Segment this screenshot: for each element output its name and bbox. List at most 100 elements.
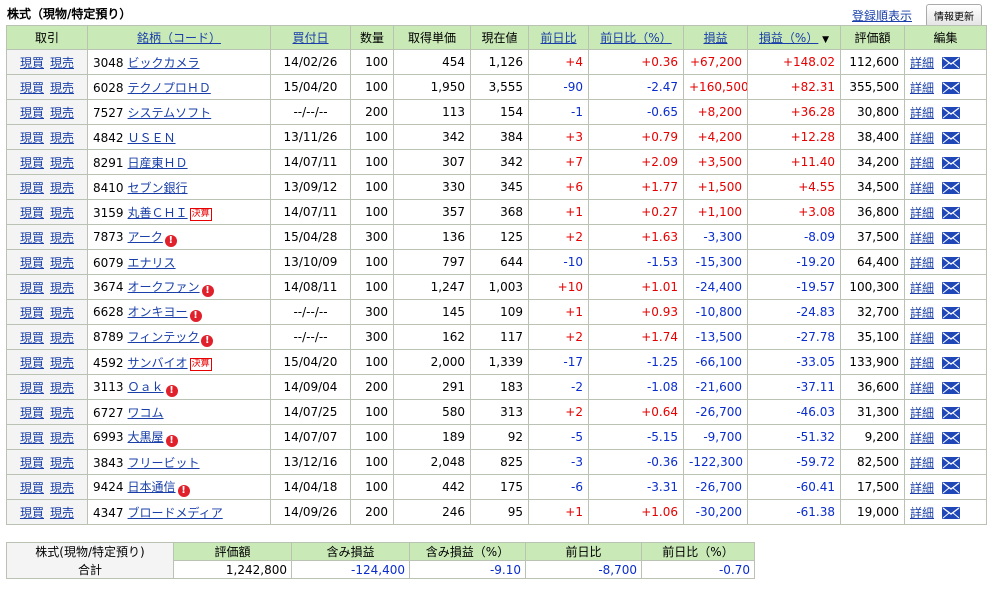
detail-link[interactable]: 詳細 bbox=[910, 131, 934, 145]
detail-link[interactable]: 詳細 bbox=[910, 156, 934, 170]
detail-link[interactable]: 詳細 bbox=[910, 306, 934, 320]
order-display-link[interactable]: 登録順表示 bbox=[852, 7, 912, 24]
header-pl-sort[interactable]: 損益 bbox=[703, 31, 727, 45]
stock-name-link[interactable]: アーク bbox=[128, 230, 163, 244]
detail-link[interactable]: 詳細 bbox=[910, 456, 934, 470]
warning-icon[interactable]: ! bbox=[165, 384, 178, 397]
detail-link[interactable]: 詳細 bbox=[910, 231, 934, 245]
buy-link[interactable]: 現買 bbox=[20, 156, 44, 170]
detail-link[interactable]: 詳細 bbox=[910, 81, 934, 95]
mail-icon[interactable] bbox=[942, 356, 961, 369]
sell-link[interactable]: 現売 bbox=[50, 306, 74, 320]
warning-icon[interactable]: ! bbox=[189, 309, 202, 322]
buy-link[interactable]: 現買 bbox=[20, 81, 44, 95]
detail-link[interactable]: 詳細 bbox=[910, 256, 934, 270]
mail-icon[interactable] bbox=[942, 331, 961, 344]
sell-link[interactable]: 現売 bbox=[50, 181, 74, 195]
header-chg-sort[interactable]: 前日比 bbox=[540, 31, 576, 45]
mail-icon[interactable] bbox=[942, 456, 961, 469]
warning-icon[interactable]: ! bbox=[201, 334, 214, 347]
stock-name-link[interactable]: Ｏａｋ bbox=[128, 380, 164, 394]
buy-link[interactable]: 現買 bbox=[20, 206, 44, 220]
sell-link[interactable]: 現売 bbox=[50, 331, 74, 345]
header-date-sort[interactable]: 買付日 bbox=[292, 31, 328, 45]
sell-link[interactable]: 現売 bbox=[50, 231, 74, 245]
stock-name-link[interactable]: フリービット bbox=[128, 456, 200, 470]
buy-link[interactable]: 現買 bbox=[20, 456, 44, 470]
sell-link[interactable]: 現売 bbox=[50, 281, 74, 295]
warning-icon[interactable]: ! bbox=[201, 284, 214, 297]
stock-name-link[interactable]: 丸善ＣＨＩ bbox=[128, 206, 188, 220]
stock-name-link[interactable]: ワコム bbox=[128, 406, 164, 420]
sell-link[interactable]: 現売 bbox=[50, 506, 74, 520]
sell-link[interactable]: 現売 bbox=[50, 481, 74, 495]
mail-icon[interactable] bbox=[942, 231, 961, 244]
header-chg-pct-sort[interactable]: 前日比（%） bbox=[600, 31, 671, 45]
stock-name-link[interactable]: 日本通信 bbox=[128, 480, 176, 494]
sell-link[interactable]: 現売 bbox=[50, 156, 74, 170]
sell-link[interactable]: 現売 bbox=[50, 106, 74, 120]
buy-link[interactable]: 現買 bbox=[20, 481, 44, 495]
stock-name-link[interactable]: システムソフト bbox=[128, 106, 212, 120]
buy-link[interactable]: 現買 bbox=[20, 56, 44, 70]
stock-name-link[interactable]: 大黒屋 bbox=[128, 430, 164, 444]
buy-link[interactable]: 現買 bbox=[20, 356, 44, 370]
buy-link[interactable]: 現買 bbox=[20, 181, 44, 195]
stock-name-link[interactable]: オークファン bbox=[128, 280, 200, 294]
detail-link[interactable]: 詳細 bbox=[910, 481, 934, 495]
buy-link[interactable]: 現買 bbox=[20, 281, 44, 295]
buy-link[interactable]: 現買 bbox=[20, 331, 44, 345]
stock-name-link[interactable]: ブロードメディア bbox=[128, 506, 223, 520]
mail-icon[interactable] bbox=[942, 181, 961, 194]
stock-name-link[interactable]: フィンテック bbox=[128, 330, 200, 344]
detail-link[interactable]: 詳細 bbox=[910, 281, 934, 295]
sell-link[interactable]: 現売 bbox=[50, 431, 74, 445]
sell-link[interactable]: 現売 bbox=[50, 81, 74, 95]
warning-icon[interactable]: ! bbox=[164, 234, 177, 247]
mail-icon[interactable] bbox=[942, 281, 961, 294]
detail-link[interactable]: 詳細 bbox=[910, 381, 934, 395]
header-name-sort[interactable]: 銘柄（コード） bbox=[137, 31, 221, 45]
mail-icon[interactable] bbox=[942, 131, 961, 144]
buy-link[interactable]: 現買 bbox=[20, 506, 44, 520]
mail-icon[interactable] bbox=[942, 481, 961, 494]
detail-link[interactable]: 詳細 bbox=[910, 406, 934, 420]
sell-link[interactable]: 現売 bbox=[50, 56, 74, 70]
stock-name-link[interactable]: ＵＳＥＮ bbox=[128, 131, 176, 145]
mail-icon[interactable] bbox=[942, 106, 961, 119]
mail-icon[interactable] bbox=[942, 306, 961, 319]
warning-icon[interactable]: ! bbox=[177, 484, 190, 497]
stock-name-link[interactable]: 日産東ＨＤ bbox=[128, 156, 188, 170]
sell-link[interactable]: 現売 bbox=[50, 256, 74, 270]
buy-link[interactable]: 現買 bbox=[20, 256, 44, 270]
mail-icon[interactable] bbox=[942, 56, 961, 69]
detail-link[interactable]: 詳細 bbox=[910, 506, 934, 520]
sell-link[interactable]: 現売 bbox=[50, 131, 74, 145]
mail-icon[interactable] bbox=[942, 81, 961, 94]
detail-link[interactable]: 詳細 bbox=[910, 431, 934, 445]
detail-link[interactable]: 詳細 bbox=[910, 181, 934, 195]
mail-icon[interactable] bbox=[942, 156, 961, 169]
detail-link[interactable]: 詳細 bbox=[910, 206, 934, 220]
stock-name-link[interactable]: オンキヨー bbox=[128, 305, 188, 319]
stock-name-link[interactable]: エナリス bbox=[128, 256, 176, 270]
stock-name-link[interactable]: ビックカメラ bbox=[128, 56, 200, 70]
header-pl-pct-sort[interactable]: 損益（%） bbox=[759, 31, 818, 45]
sell-link[interactable]: 現売 bbox=[50, 456, 74, 470]
detail-link[interactable]: 詳細 bbox=[910, 331, 934, 345]
buy-link[interactable]: 現買 bbox=[20, 406, 44, 420]
mail-icon[interactable] bbox=[942, 506, 961, 519]
warning-icon[interactable]: ! bbox=[165, 434, 178, 447]
mail-icon[interactable] bbox=[942, 206, 961, 219]
sell-link[interactable]: 現売 bbox=[50, 406, 74, 420]
stock-name-link[interactable]: サンバイオ bbox=[128, 356, 188, 370]
detail-link[interactable]: 詳細 bbox=[910, 356, 934, 370]
refresh-button[interactable]: 情報更新 bbox=[926, 4, 982, 27]
buy-link[interactable]: 現買 bbox=[20, 106, 44, 120]
sell-link[interactable]: 現売 bbox=[50, 381, 74, 395]
buy-link[interactable]: 現買 bbox=[20, 381, 44, 395]
detail-link[interactable]: 詳細 bbox=[910, 106, 934, 120]
stock-name-link[interactable]: セブン銀行 bbox=[128, 181, 188, 195]
detail-link[interactable]: 詳細 bbox=[910, 56, 934, 70]
mail-icon[interactable] bbox=[942, 406, 961, 419]
